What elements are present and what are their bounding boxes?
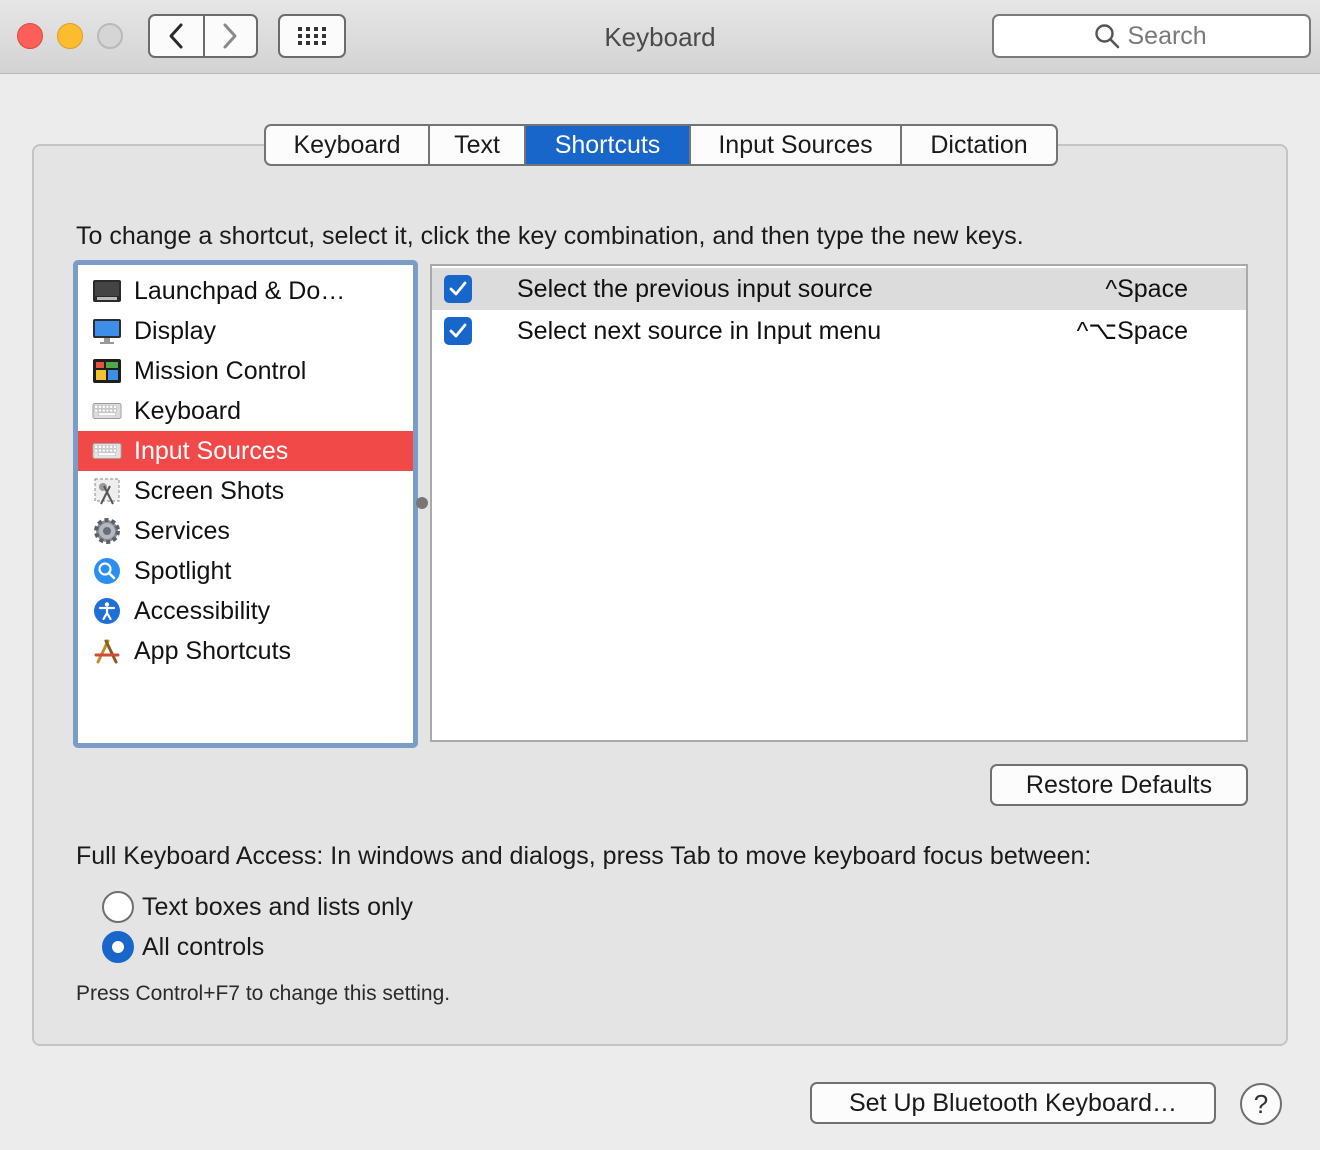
close-window-button[interactable] bbox=[17, 23, 43, 49]
shortcut-keys[interactable]: ^⌥Space bbox=[1077, 316, 1188, 346]
mission-control-icon bbox=[92, 356, 122, 386]
radio-text-boxes-lists[interactable]: Text boxes and lists only bbox=[102, 890, 413, 924]
shortcut-enabled-checkbox[interactable] bbox=[444, 275, 472, 303]
split-view-handle[interactable] bbox=[416, 497, 428, 509]
category-label: Display bbox=[134, 316, 216, 345]
category-mission-control[interactable]: Mission Control bbox=[78, 351, 413, 391]
zoom-window-button[interactable] bbox=[97, 23, 123, 49]
instruction-text: To change a shortcut, select it, click t… bbox=[76, 222, 1024, 250]
shortcut-name: Select next source in Input menu bbox=[517, 316, 882, 345]
launchpad-icon bbox=[92, 276, 122, 306]
back-forward-control bbox=[148, 14, 258, 58]
chevron-right-icon bbox=[223, 23, 237, 49]
tab-keyboard[interactable]: Keyboard bbox=[266, 126, 428, 164]
restore-defaults-button[interactable]: Restore Defaults bbox=[990, 764, 1248, 806]
shortcut-name: Select the previous input source bbox=[517, 274, 873, 303]
control-f7-note: Press Control+F7 to change this setting. bbox=[76, 982, 451, 1005]
category-label: Spotlight bbox=[134, 556, 232, 585]
radio-button[interactable] bbox=[102, 931, 134, 963]
shortcut-row[interactable]: Select next source in Input menu ^⌥Space bbox=[432, 310, 1246, 352]
display-icon bbox=[92, 316, 122, 346]
category-label: App Shortcuts bbox=[134, 636, 292, 665]
category-launchpad-dock[interactable]: Launchpad & Do… bbox=[78, 271, 413, 311]
grid-icon bbox=[298, 27, 326, 45]
shortcut-row[interactable]: Select the previous input source ^Space bbox=[432, 268, 1246, 310]
app-store-icon bbox=[92, 636, 122, 666]
tab-text[interactable]: Text bbox=[428, 126, 524, 164]
category-label: Keyboard bbox=[134, 396, 242, 425]
category-label: Launchpad & Do… bbox=[134, 276, 346, 305]
shortcut-list[interactable]: Select the previous input source ^Space … bbox=[430, 264, 1248, 742]
help-button[interactable]: ? bbox=[1240, 1083, 1282, 1125]
category-app-shortcuts[interactable]: App Shortcuts bbox=[78, 631, 413, 671]
keyboard-icon bbox=[92, 396, 122, 426]
shortcut-enabled-checkbox[interactable] bbox=[444, 317, 472, 345]
tab-dictation[interactable]: Dictation bbox=[900, 126, 1056, 164]
full-keyboard-access-label: Full Keyboard Access: In windows and dia… bbox=[76, 842, 1092, 870]
radio-label: All controls bbox=[142, 932, 265, 961]
show-all-button[interactable] bbox=[278, 14, 346, 58]
chevron-left-icon bbox=[169, 23, 183, 49]
search-icon bbox=[1094, 24, 1119, 49]
setup-bluetooth-keyboard-button[interactable]: Set Up Bluetooth Keyboard… bbox=[810, 1082, 1216, 1124]
checkmark-icon bbox=[449, 323, 467, 338]
checkmark-icon bbox=[449, 281, 467, 296]
minimize-window-button[interactable] bbox=[57, 23, 83, 49]
category-label: Screen Shots bbox=[134, 476, 285, 505]
tab-bar: Keyboard Text Shortcuts Input Sources Di… bbox=[264, 124, 1058, 166]
spotlight-icon bbox=[92, 556, 122, 586]
radio-button[interactable] bbox=[102, 891, 134, 923]
category-display[interactable]: Display bbox=[78, 311, 413, 351]
category-label: Mission Control bbox=[134, 356, 307, 385]
category-label: Services bbox=[134, 516, 230, 545]
search-input[interactable] bbox=[1127, 21, 1210, 51]
category-input-sources[interactable]: Input Sources bbox=[78, 431, 413, 471]
category-label: Accessibility bbox=[134, 596, 271, 625]
back-button[interactable] bbox=[150, 16, 203, 56]
search-field[interactable] bbox=[992, 14, 1311, 58]
category-services[interactable]: Services bbox=[78, 511, 413, 551]
tab-input-sources[interactable]: Input Sources bbox=[689, 126, 900, 164]
radio-label: Text boxes and lists only bbox=[142, 892, 413, 921]
category-screen-shots[interactable]: Screen Shots bbox=[78, 471, 413, 511]
category-accessibility[interactable]: Accessibility bbox=[78, 591, 413, 631]
tab-shortcuts[interactable]: Shortcuts bbox=[524, 126, 689, 164]
title-bar: Keyboard bbox=[0, 0, 1320, 74]
radio-all-controls[interactable]: All controls bbox=[102, 930, 264, 964]
keyboard-icon bbox=[92, 436, 122, 466]
screenshot-icon bbox=[92, 476, 122, 506]
shortcut-category-list[interactable]: Launchpad & Do… Display Mission Control … bbox=[73, 260, 418, 748]
category-keyboard[interactable]: Keyboard bbox=[78, 391, 413, 431]
accessibility-icon bbox=[92, 596, 122, 626]
shortcut-keys[interactable]: ^Space bbox=[1105, 275, 1188, 304]
category-label: Input Sources bbox=[134, 436, 289, 465]
category-spotlight[interactable]: Spotlight bbox=[78, 551, 413, 591]
forward-button[interactable] bbox=[202, 16, 256, 56]
gear-icon bbox=[92, 516, 122, 546]
